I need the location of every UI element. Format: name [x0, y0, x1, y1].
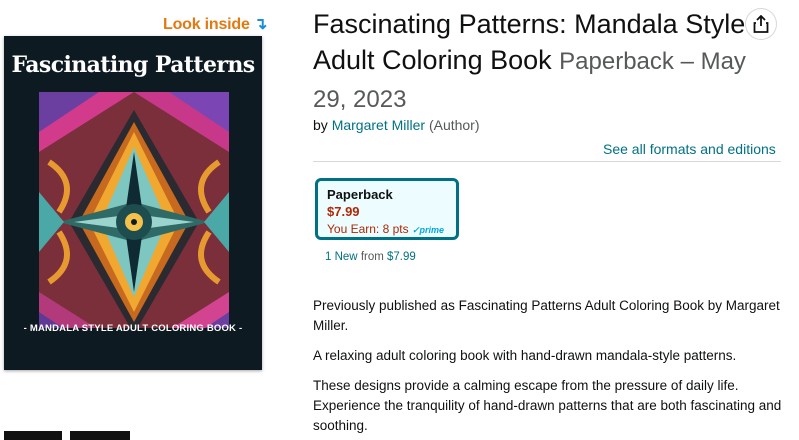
thumbnail-1[interactable] — [4, 431, 62, 440]
format-swatch-paperback[interactable]: Paperback $7.99 You Earn: 8 pts ✓prime — [315, 178, 459, 240]
author-role: (Author) — [428, 117, 480, 133]
swatch-price: $7.99 — [327, 204, 360, 219]
description-paragraph-3: These designs provide a calming escape f… — [313, 378, 782, 433]
swatch-earn-points: You Earn: 8 pts ✓prime — [327, 221, 447, 238]
cover-subtitle: - MANDALA STYLE ADULT COLORING BOOK - — [23, 323, 243, 334]
thumbnail-2[interactable] — [70, 431, 130, 440]
author-link[interactable]: Margaret Miller — [332, 117, 425, 133]
look-inside-link[interactable]: Look inside ↴ — [163, 14, 267, 34]
prime-check-icon: ✓ — [411, 225, 420, 235]
byline: by Margaret Miller (Author) — [313, 117, 480, 133]
share-icon — [753, 15, 769, 33]
product-title: Fascinating Patterns: Mandala Style Adul… — [313, 6, 783, 118]
from-price-link[interactable]: $7.99 — [387, 251, 416, 263]
swatch-format: Paperback — [327, 187, 393, 202]
description-paragraph-1: Previously published as Fascinating Patt… — [313, 298, 780, 333]
divider — [313, 161, 781, 162]
byline-prefix: by — [313, 117, 328, 133]
from-text: from — [360, 251, 384, 263]
prime-badge: prime — [419, 225, 445, 235]
look-inside-label: Look inside — [163, 16, 250, 33]
share-button[interactable] — [746, 9, 776, 39]
description-paragraph-2: A relaxing adult coloring book with hand… — [313, 348, 737, 363]
earn-text: You Earn: 8 pts — [327, 222, 409, 236]
new-offers-link[interactable]: 1 New — [325, 251, 358, 263]
book-cover-image[interactable]: Fascinating Patterns - MANDALA STYLE ADU… — [4, 36, 262, 370]
look-inside-arrow-icon: ↴ — [253, 16, 268, 33]
cover-title: Fascinating Patterns — [11, 52, 255, 78]
see-all-formats-link[interactable]: See all formats and editions — [603, 141, 776, 157]
new-offers: 1 New from $7.99 — [325, 251, 416, 263]
cover-mandala-art — [39, 92, 229, 352]
